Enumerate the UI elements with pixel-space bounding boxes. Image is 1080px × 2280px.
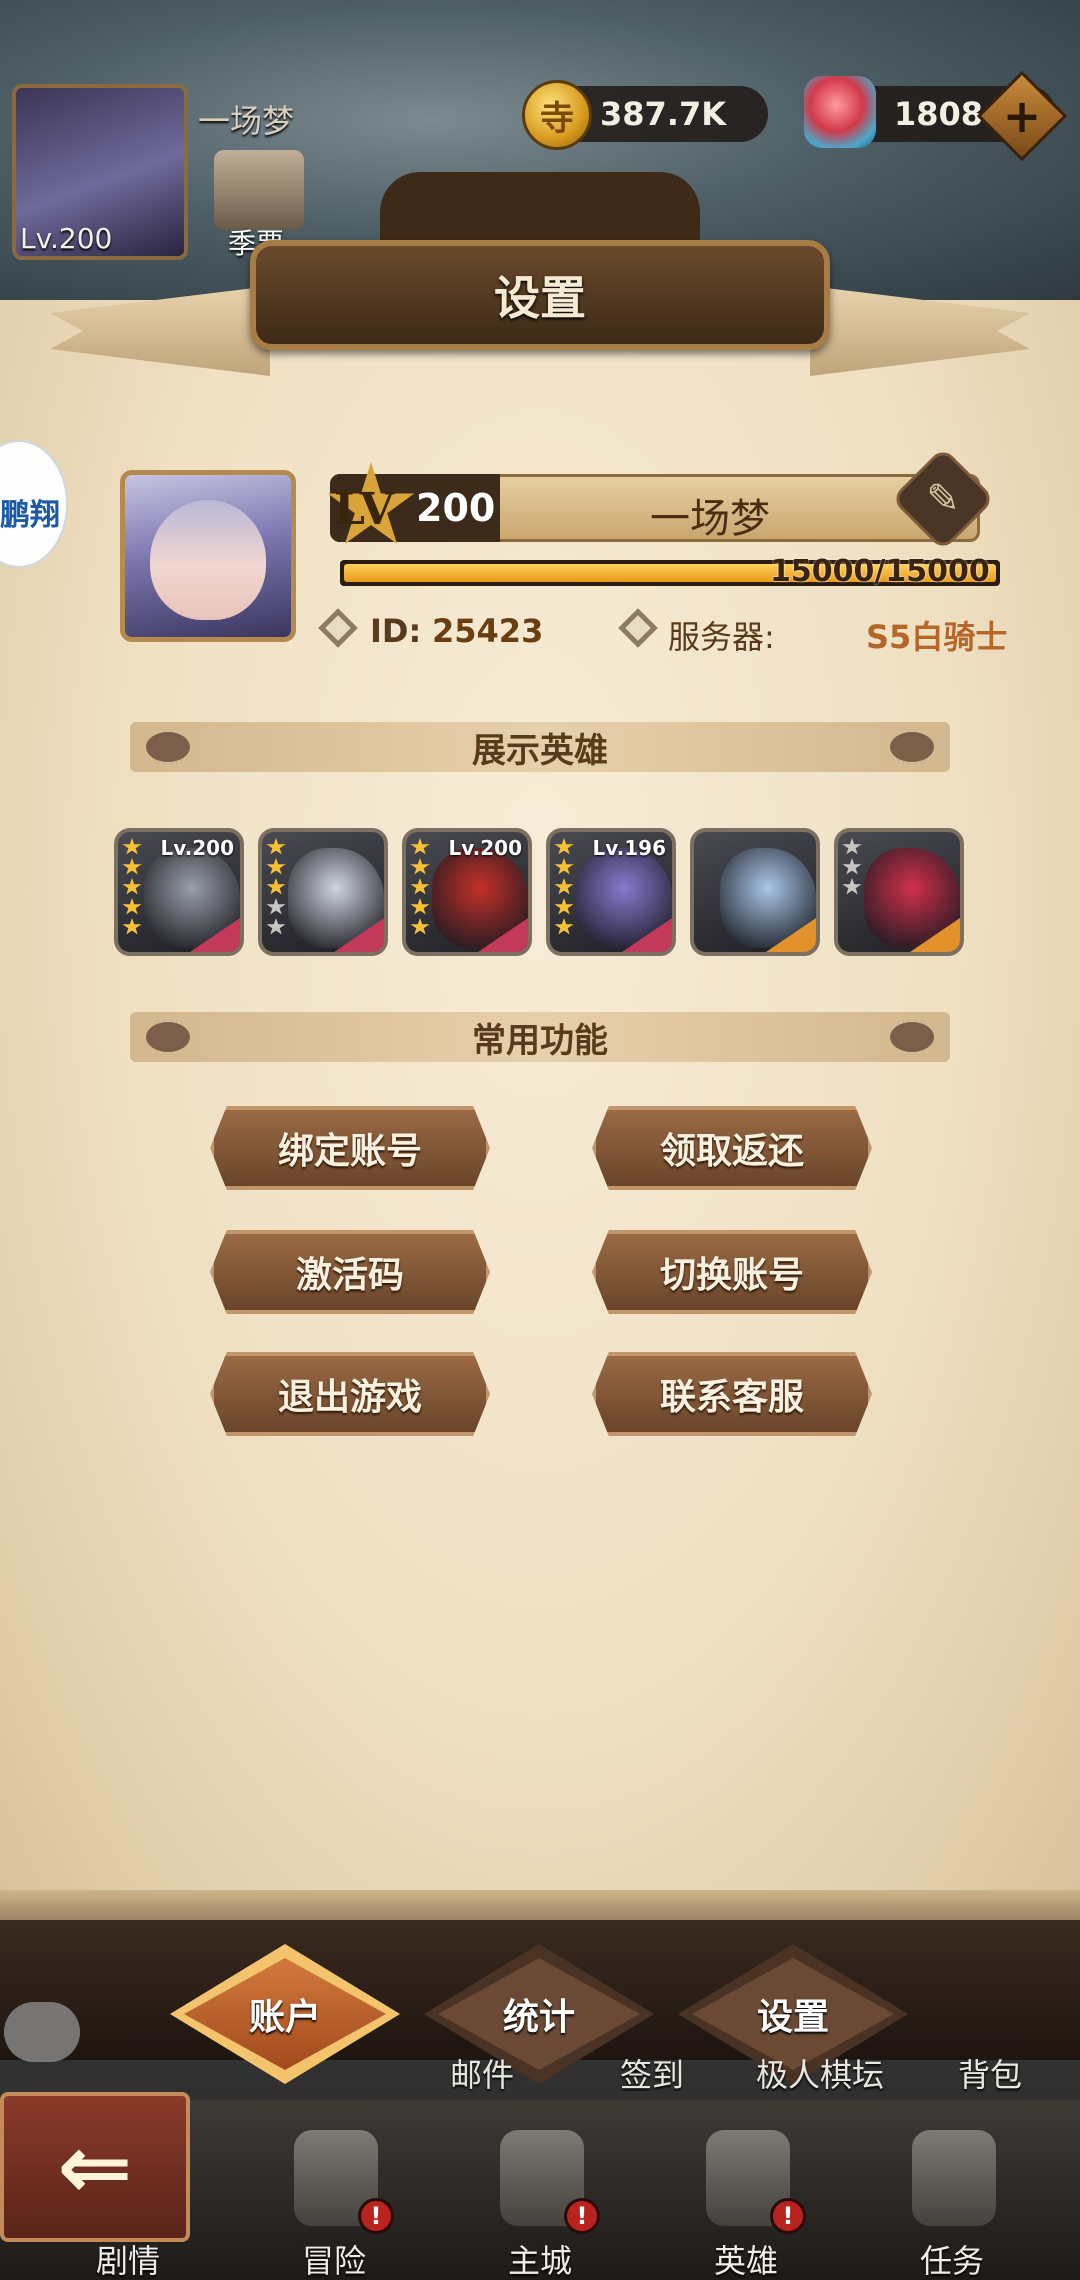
star-icon xyxy=(122,878,142,895)
hero-level: Lv.196 xyxy=(592,836,667,860)
star-icon xyxy=(842,838,862,855)
portrait-face xyxy=(150,500,266,620)
star-icon xyxy=(266,898,286,915)
star-icon xyxy=(554,838,574,855)
star-icon xyxy=(122,838,142,855)
server-label: 服务器: xyxy=(668,618,775,656)
id-label: ID: xyxy=(370,612,422,650)
chess-label[interactable]: 极人棋坛 xyxy=(756,2050,884,2096)
showcase-title: 展示英雄 xyxy=(472,730,608,771)
id-value: 25423 xyxy=(432,612,544,650)
nav-adventure-label: 冒险 xyxy=(301,2242,366,2280)
activation-code-button[interactable]: 激活码 xyxy=(210,1230,490,1314)
nav-quest-label: 任务 xyxy=(919,2242,984,2280)
tab-account[interactable]: 账户 xyxy=(170,1944,400,2084)
hero-card[interactable] xyxy=(690,828,820,956)
gem-icon xyxy=(804,76,876,148)
star-icon xyxy=(266,918,286,935)
star-icon xyxy=(266,858,286,875)
bag-label[interactable]: 背包 xyxy=(958,2050,1022,2096)
hero-stars xyxy=(122,838,144,936)
dialog-title: 设置 xyxy=(494,271,586,325)
functions-title: 常用功能 xyxy=(472,1020,608,1061)
star-icon xyxy=(554,918,574,935)
star-icon xyxy=(410,858,430,875)
nav-quest[interactable]: 任务 xyxy=(872,2110,1032,2280)
plus-icon: + xyxy=(1002,89,1042,143)
player-name: 一场梦 xyxy=(198,102,295,140)
nav-city[interactable]: ! 主城 xyxy=(460,2110,620,2280)
hero-stars xyxy=(842,838,864,896)
star-icon xyxy=(842,878,862,895)
gold-value: 387.7K xyxy=(600,95,727,133)
xp-text: 15000/15000 xyxy=(770,554,990,589)
star-icon xyxy=(410,838,430,855)
star-icon xyxy=(122,858,142,875)
exit-game-button[interactable]: 退出游戏 xyxy=(210,1352,490,1436)
alert-icon: ! xyxy=(770,2198,806,2234)
hero-stars xyxy=(554,838,576,936)
bind-account-button[interactable]: 绑定账号 xyxy=(210,1106,490,1190)
hero-card[interactable]: Lv.196 xyxy=(546,828,676,956)
season-pass-icon[interactable] xyxy=(214,150,304,230)
hero-card[interactable]: Lv.200 xyxy=(114,828,244,956)
star-icon xyxy=(266,838,286,855)
player-level: Lv.200 xyxy=(20,222,113,255)
star-icon xyxy=(410,898,430,915)
star-icon xyxy=(410,878,430,895)
nav-hero-label: 英雄 xyxy=(713,2242,778,2280)
star-icon xyxy=(554,858,574,875)
hero-card[interactable] xyxy=(834,828,964,956)
nav-city-label: 主城 xyxy=(507,2242,572,2280)
hero-level: Lv.200 xyxy=(448,836,523,860)
nav-adventure[interactable]: ! 冒险 xyxy=(254,2110,414,2280)
level-badge-label: LV xyxy=(334,484,394,535)
nav-hero[interactable]: ! 英雄 xyxy=(666,2110,826,2280)
banner-crest xyxy=(380,172,700,248)
switch-account-button[interactable]: 切换账号 xyxy=(592,1230,872,1314)
scroll-icon xyxy=(912,2130,996,2226)
hero-stars xyxy=(410,838,432,936)
star-icon xyxy=(410,918,430,935)
alert-icon: ! xyxy=(564,2198,600,2234)
hero-card[interactable] xyxy=(258,828,388,956)
mail-label[interactable]: 邮件 xyxy=(450,2050,514,2096)
star-icon xyxy=(266,878,286,895)
side-logo-text: 鹏翔 xyxy=(0,498,60,533)
gold-coin-icon: 寺 xyxy=(522,80,592,150)
star-icon xyxy=(554,878,574,895)
profile-level-number: 200 xyxy=(416,486,496,530)
alert-icon: ! xyxy=(358,2198,394,2234)
checkin-label[interactable]: 签到 xyxy=(620,2050,684,2096)
nav-story-label: 剧情 xyxy=(95,2242,160,2280)
chat-icon[interactable] xyxy=(4,2002,80,2062)
claim-rebate-button[interactable]: 领取返还 xyxy=(592,1106,872,1190)
star-icon xyxy=(554,898,574,915)
tab-account-label: 账户 xyxy=(248,1997,321,2038)
star-icon xyxy=(122,918,142,935)
gem-value: 1808 xyxy=(894,95,984,133)
profile-name: 一场梦 xyxy=(650,496,770,542)
server-value: S5白骑士 xyxy=(866,618,1008,656)
star-icon xyxy=(842,858,862,875)
hero-stars xyxy=(266,838,288,936)
hero-card[interactable]: Lv.200 xyxy=(402,828,532,956)
contact-support-button[interactable]: 联系客服 xyxy=(592,1352,872,1436)
quill-icon: ✎ xyxy=(926,476,960,522)
nav-story[interactable]: 剧情 xyxy=(48,2110,208,2280)
star-icon xyxy=(122,898,142,915)
hero-level: Lv.200 xyxy=(160,836,235,860)
